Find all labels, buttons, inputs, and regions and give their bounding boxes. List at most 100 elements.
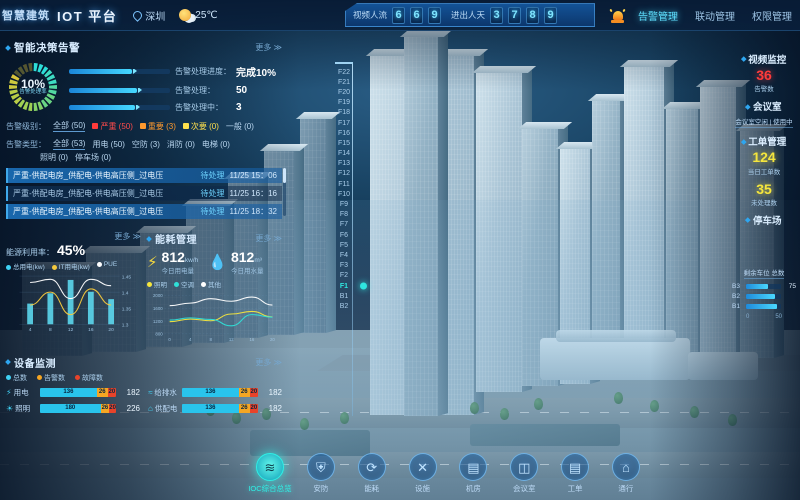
parking-level-row[interactable]: B2 (732, 293, 796, 300)
floor-item-f3[interactable]: F3 (332, 261, 356, 271)
energy-more-link[interactable]: 更多 ≫ (255, 233, 282, 244)
alarm-list-item[interactable]: 严重-供配电房_供配电-供电高压侧_过电压 待处理 11/25 16：16 (6, 186, 282, 201)
tools-icon: ✕ (408, 453, 437, 481)
energy-panel-title: 能耗管理 (146, 231, 197, 246)
parking-level-row[interactable]: B1 (732, 303, 796, 310)
floor-item-f16[interactable]: F16 (332, 128, 356, 138)
nav-item-label: 机房 (465, 484, 481, 493)
location-display[interactable]: 深圳 (131, 8, 165, 23)
filter-type-all[interactable]: 全部 (53) (53, 138, 86, 150)
top-bar: 智慧建筑 IOT 平台 深圳 25℃ 视频人流 6 6 9 进出人天 3 7 8… (0, 0, 800, 31)
filter-level-major[interactable]: 重要 (3) (139, 121, 176, 132)
svg-text:1.35: 1.35 (122, 307, 132, 313)
alarm-list-scrollbar[interactable] (283, 168, 286, 216)
counter-digit: 7 (508, 6, 522, 24)
filter-level-minor[interactable]: 次要 (0) (182, 121, 219, 132)
alarm-list-item[interactable]: 严重-供配电房_供配电-供电高压侧_过电压 待处理 11/25 18：32 (6, 204, 282, 219)
energy-panel-header: 能耗管理 更多 ≫ (146, 231, 282, 246)
floor-item-f2[interactable]: F2 (332, 271, 356, 281)
video-monitor-title: 视频监控 (728, 52, 800, 66)
alarm-more-link[interactable]: 更多 ≫ (255, 42, 282, 53)
floor-item-b2[interactable]: B2 (332, 301, 356, 311)
energy-legend-item: 其他 (201, 279, 221, 289)
floor-item-f7[interactable]: F7 (332, 220, 356, 230)
floor-item-f9[interactable]: F9 (332, 199, 356, 209)
floor-item-f8[interactable]: F8 (332, 210, 356, 220)
floor-item-f5[interactable]: F5 (332, 240, 356, 250)
nav-item-tools[interactable]: ✕ 设施 (401, 453, 445, 494)
work-order-label: 工单管理 (748, 137, 787, 149)
progress-label: 告警处理： (175, 85, 215, 95)
floor-item-f12[interactable]: F12 (332, 169, 356, 179)
counter-digit: 3 (490, 6, 504, 24)
floor-item-f6[interactable]: F6 (332, 230, 356, 240)
meeting-room-title: 会议室 (728, 99, 800, 113)
tab-alarm-management[interactable]: 告警管理 (634, 5, 682, 26)
nav-item-server[interactable]: ▤ 机房 (451, 453, 495, 494)
energy-metrics: ⚡ 812kw/h 今日用电量 💧 812m³ 今日用水量 (147, 250, 282, 275)
filter-level-critical[interactable]: 严重 (50) (92, 121, 133, 132)
filter-level-all[interactable]: 全部 (50) (53, 120, 86, 132)
svg-text:8: 8 (210, 336, 213, 341)
logo-en-text: IOT 平台 (57, 8, 118, 24)
nav-item-recycle[interactable]: ⟳ 能耗 (350, 453, 394, 494)
meeting-room-section[interactable]: 会议室 会议室空闲 | 使用中 (728, 99, 800, 129)
nav-item-shield[interactable]: ⛨ 安防 (299, 453, 343, 494)
meeting-icon: ◫ (510, 453, 539, 481)
floor-item-f13[interactable]: F13 (332, 159, 356, 169)
monitor-more-link[interactable]: 更多 ≫ (255, 357, 282, 368)
floor-item-f18[interactable]: F18 (332, 108, 356, 118)
floor-item-f22[interactable]: F22 (332, 67, 356, 77)
floor-item-f21[interactable]: F21 (332, 77, 356, 87)
seg-fault: 20 (249, 387, 258, 397)
floor-item-f11[interactable]: F11 (332, 179, 356, 189)
power-icon: ⚡ (6, 387, 12, 397)
water-drop-icon: 💧 (208, 253, 227, 271)
nav-item-gate[interactable]: ⌂ 通行 (604, 453, 648, 494)
parking-section[interactable]: 停车场 剩余车位 总数 B3 75 B2 B1 0 50 (728, 213, 800, 320)
filter-type-power[interactable]: 用电 (50) (92, 139, 124, 150)
video-monitor-section[interactable]: 视频监控 36 告警数 (728, 52, 800, 93)
alarm-list-item[interactable]: 严重-供配电房_供配电-供电高压侧_过电压 待处理 11/25 15：06 (6, 168, 282, 183)
monitor-bar: 180 26 20 (40, 403, 116, 413)
alarm-type-filters-2: 照明 (0) 停车场 (0) (6, 152, 282, 163)
floor-item-f4[interactable]: F4 (332, 250, 356, 260)
tab-linkage-management[interactable]: 联动管理 (691, 5, 739, 26)
diamond-bullet-icon (741, 138, 746, 144)
pue-more-link[interactable]: 更多 ≫ (114, 231, 141, 242)
power-unit: kw/h (184, 257, 199, 264)
gate-icon: ⌂ (611, 453, 640, 481)
floor-item-f15[interactable]: F15 (332, 138, 356, 148)
filter-type-elevator[interactable]: 电梯 (0) (202, 139, 230, 150)
parking-level-row[interactable]: B3 75 (732, 283, 796, 290)
work-order-section[interactable]: 工单管理 124 当日工单数 35 未处理数 (728, 134, 800, 207)
floor-item-f14[interactable]: F14 (332, 149, 356, 159)
seg-alarm: 26 (238, 387, 250, 397)
nav-item-layers[interactable]: ≋ IOC综合总览 (248, 453, 292, 494)
floor-item-f10[interactable]: F10 (332, 189, 356, 199)
floor-item-f20[interactable]: F20 (332, 87, 356, 97)
filter-type-lighting[interactable]: 照明 (0) (40, 152, 68, 163)
nav-item-meeting[interactable]: ◫ 会议室 (502, 453, 546, 494)
light-icon: ☀ (6, 403, 14, 413)
floor-item-f1[interactable]: F1 (332, 281, 356, 291)
energy-metric-power: ⚡ 812kw/h 今日用电量 (147, 250, 198, 275)
alarm-progress-row: 告警处理进度： 完成10% (69, 64, 282, 79)
monitor-row-name: ☀ 照明 (6, 403, 31, 413)
seg-fault: 20 (107, 387, 116, 397)
filter-type-security[interactable]: 空防 (3) (132, 139, 160, 150)
tab-permission-management[interactable]: 权限管理 (748, 5, 796, 26)
nav-item-ticket[interactable]: ▤ 工单 (553, 453, 597, 494)
monitor-row[interactable]: ☀ 照明 180 26 20 226 (6, 403, 140, 414)
filter-type-fire[interactable]: 消防 (0) (167, 139, 195, 150)
floor-item-f19[interactable]: F19 (332, 98, 356, 108)
filter-type-parking[interactable]: 停车场 (0) (75, 152, 111, 163)
monitor-row[interactable]: ⌂ 供配电 136 26 20 182 (148, 403, 282, 414)
sun-cloud-icon (179, 9, 192, 21)
monitor-row[interactable]: ⚡ 用电 136 26 20 182 (6, 387, 140, 398)
monitor-total: 182 (268, 403, 282, 413)
floor-item-b1[interactable]: B1 (332, 291, 356, 301)
monitor-row[interactable]: ≈ 给排水 136 26 20 182 (148, 387, 282, 398)
floor-item-f17[interactable]: F17 (332, 118, 356, 128)
filter-level-normal[interactable]: 一般 (0) (226, 121, 254, 132)
